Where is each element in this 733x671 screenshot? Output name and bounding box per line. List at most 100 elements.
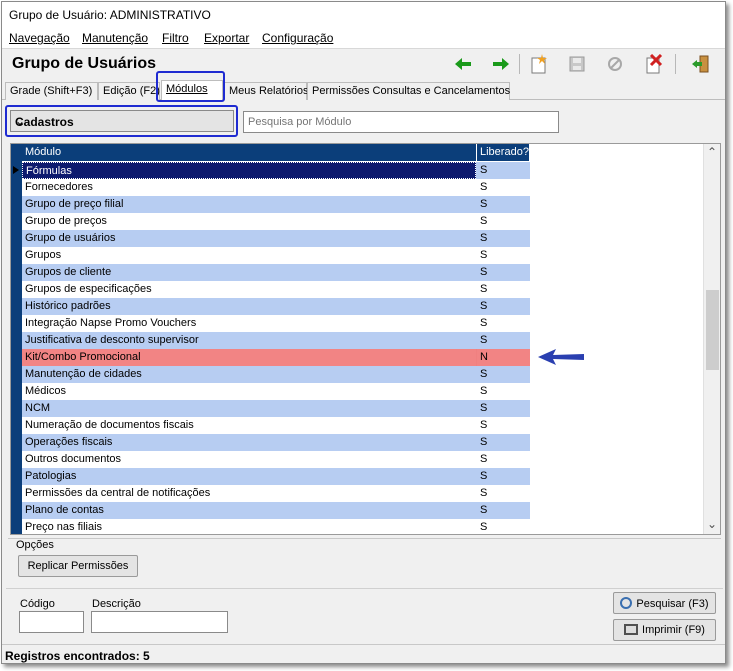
print-button[interactable]: Imprimir (F9)	[613, 619, 716, 641]
cell-liberado[interactable]: S	[477, 196, 530, 213]
table-row[interactable]: Fornecedores S	[22, 179, 530, 196]
category-select[interactable]: Cadastros ⌄	[10, 110, 234, 132]
menu-filtro[interactable]: Filtro	[162, 31, 189, 45]
search-button[interactable]: Pesquisar (F3)	[613, 592, 716, 614]
cell-modulo[interactable]: Plano de contas	[22, 502, 476, 519]
cell-modulo[interactable]: Grupo de preços	[22, 213, 476, 230]
table-row[interactable]: Patologias S	[22, 468, 530, 485]
cell-liberado[interactable]: S	[477, 315, 530, 332]
cell-modulo[interactable]: Grupo de preço filial	[22, 196, 476, 213]
cell-modulo[interactable]: Histórico padrões	[22, 298, 476, 315]
cell-liberado[interactable]: N	[477, 349, 530, 366]
menu-manutencao[interactable]: Manutenção	[82, 31, 148, 45]
codigo-input[interactable]	[19, 611, 84, 633]
table-row[interactable]: Fórmulas S	[22, 162, 530, 179]
table-row[interactable]: Operações fiscais S	[22, 434, 530, 451]
cell-modulo[interactable]: Grupo de usuários	[22, 230, 476, 247]
scroll-thumb[interactable]	[706, 290, 719, 370]
table-row[interactable]: Integração Napse Promo Vouchers S	[22, 315, 530, 332]
table-row[interactable]: Numeração de documentos fiscais S	[22, 417, 530, 434]
table-row[interactable]: Grupos de cliente S	[22, 264, 530, 281]
table-row[interactable]: NCM S	[22, 400, 530, 417]
module-search-input[interactable]	[243, 111, 559, 133]
column-header-modulo[interactable]: Módulo	[22, 144, 476, 161]
cell-liberado[interactable]: S	[477, 383, 530, 400]
title-bar: Grupo de Usuário: ADMINISTRATIVO	[2, 2, 725, 28]
cell-liberado[interactable]: S	[477, 434, 530, 451]
cell-liberado[interactable]: S	[477, 281, 530, 298]
menu-configuracao[interactable]: Configuração	[262, 31, 333, 45]
cell-modulo[interactable]: Grupos de especificações	[22, 281, 476, 298]
table-row[interactable]: Plano de contas S	[22, 502, 530, 519]
tab-permissoes-consultas[interactable]: Permissões Consultas e Cancelamentos	[307, 82, 510, 100]
replicate-permissions-button[interactable]: Replicar Permissões	[18, 555, 138, 577]
cell-modulo[interactable]: Numeração de documentos fiscais	[22, 417, 476, 434]
modules-grid[interactable]: Módulo Liberado? Fórmulas S Fornecedores S G…	[10, 143, 721, 535]
cell-liberado[interactable]: S	[477, 519, 530, 534]
cell-modulo[interactable]: Preço nas filiais	[22, 519, 476, 534]
vertical-scrollbar[interactable]: ⌃ ⌄	[703, 144, 720, 534]
table-row[interactable]: Grupos de especificações S	[22, 281, 530, 298]
application-window: Grupo de Usuário: ADMINISTRATIVO Navegaç…	[1, 1, 726, 664]
arrow-left-icon[interactable]	[451, 53, 475, 75]
cell-liberado[interactable]: S	[477, 417, 530, 434]
cell-liberado[interactable]: S	[477, 298, 530, 315]
new-icon[interactable]	[527, 53, 551, 75]
table-row[interactable]: Permissões da central de notificações S	[22, 485, 530, 502]
table-row[interactable]: Médicos S	[22, 383, 530, 400]
exit-icon[interactable]	[688, 53, 712, 75]
cell-modulo[interactable]: Kit/Combo Promocional	[22, 349, 476, 366]
cell-liberado[interactable]: S	[477, 366, 530, 383]
table-row[interactable]: Manutenção de cidades S	[22, 366, 530, 383]
cell-liberado[interactable]: S	[477, 264, 530, 281]
cell-liberado[interactable]: S	[477, 179, 530, 196]
table-row[interactable]: Outros documentos S	[22, 451, 530, 468]
save-icon[interactable]	[565, 53, 589, 75]
cell-modulo[interactable]: Patologias	[22, 468, 476, 485]
cell-modulo[interactable]: Outros documentos	[22, 451, 476, 468]
cell-liberado[interactable]: S	[477, 468, 530, 485]
cell-modulo[interactable]: Permissões da central de notificações	[22, 485, 476, 502]
table-row[interactable]: Kit/Combo Promocional N	[22, 349, 530, 366]
cell-liberado[interactable]: S	[477, 485, 530, 502]
tab-edicao[interactable]: Edição (F2)	[98, 82, 160, 100]
table-row[interactable]: Grupos S	[22, 247, 530, 264]
cell-liberado[interactable]: S	[477, 332, 530, 349]
cell-modulo[interactable]: Integração Napse Promo Vouchers	[22, 315, 476, 332]
scroll-up-icon[interactable]: ⌃	[704, 145, 720, 161]
cell-modulo[interactable]: Operações fiscais	[22, 434, 476, 451]
cell-liberado[interactable]: S	[477, 247, 530, 264]
cell-modulo[interactable]: Manutenção de cidades	[22, 366, 476, 383]
menu-navegacao[interactable]: Navegação	[9, 31, 70, 45]
cell-liberado[interactable]: S	[477, 400, 530, 417]
cell-modulo[interactable]: Justificativa de desconto supervisor	[22, 332, 476, 349]
cell-modulo[interactable]: Grupos de cliente	[22, 264, 476, 281]
cell-liberado[interactable]: S	[477, 230, 530, 247]
column-header-liberado[interactable]: Liberado?	[477, 144, 529, 161]
scroll-down-icon[interactable]: ⌄	[704, 517, 720, 533]
table-row[interactable]: Grupo de usuários S	[22, 230, 530, 247]
cell-modulo[interactable]: Grupos	[22, 247, 476, 264]
tab-strip: Grade (Shift+F3) Edição (F2) Módulos Meu…	[2, 80, 725, 101]
table-row[interactable]: Histórico padrões S	[22, 298, 530, 315]
cell-modulo[interactable]: Médicos	[22, 383, 476, 400]
descricao-input[interactable]	[91, 611, 228, 633]
table-row[interactable]: Preço nas filiais S	[22, 519, 530, 534]
cell-liberado[interactable]: S	[477, 213, 530, 230]
arrow-right-icon[interactable]	[489, 53, 513, 75]
cell-liberado[interactable]: S	[477, 451, 530, 468]
cell-modulo[interactable]: Fórmulas	[22, 162, 476, 179]
menu-exportar[interactable]: Exportar	[204, 31, 249, 45]
tab-grade[interactable]: Grade (Shift+F3)	[5, 82, 98, 100]
cell-modulo[interactable]: NCM	[22, 400, 476, 417]
table-row[interactable]: Justificativa de desconto supervisor S	[22, 332, 530, 349]
cell-liberado[interactable]: S	[477, 162, 530, 179]
cell-modulo[interactable]: Fornecedores	[22, 179, 476, 196]
table-row[interactable]: Grupo de preço filial S	[22, 196, 530, 213]
tab-highlight-frame	[156, 71, 225, 102]
table-row[interactable]: Grupo de preços S	[22, 213, 530, 230]
cell-liberado[interactable]: S	[477, 502, 530, 519]
cancel-icon[interactable]	[603, 53, 627, 75]
tab-meus-relatorios[interactable]: Meus Relatórios	[224, 82, 308, 100]
delete-icon[interactable]	[642, 53, 666, 75]
